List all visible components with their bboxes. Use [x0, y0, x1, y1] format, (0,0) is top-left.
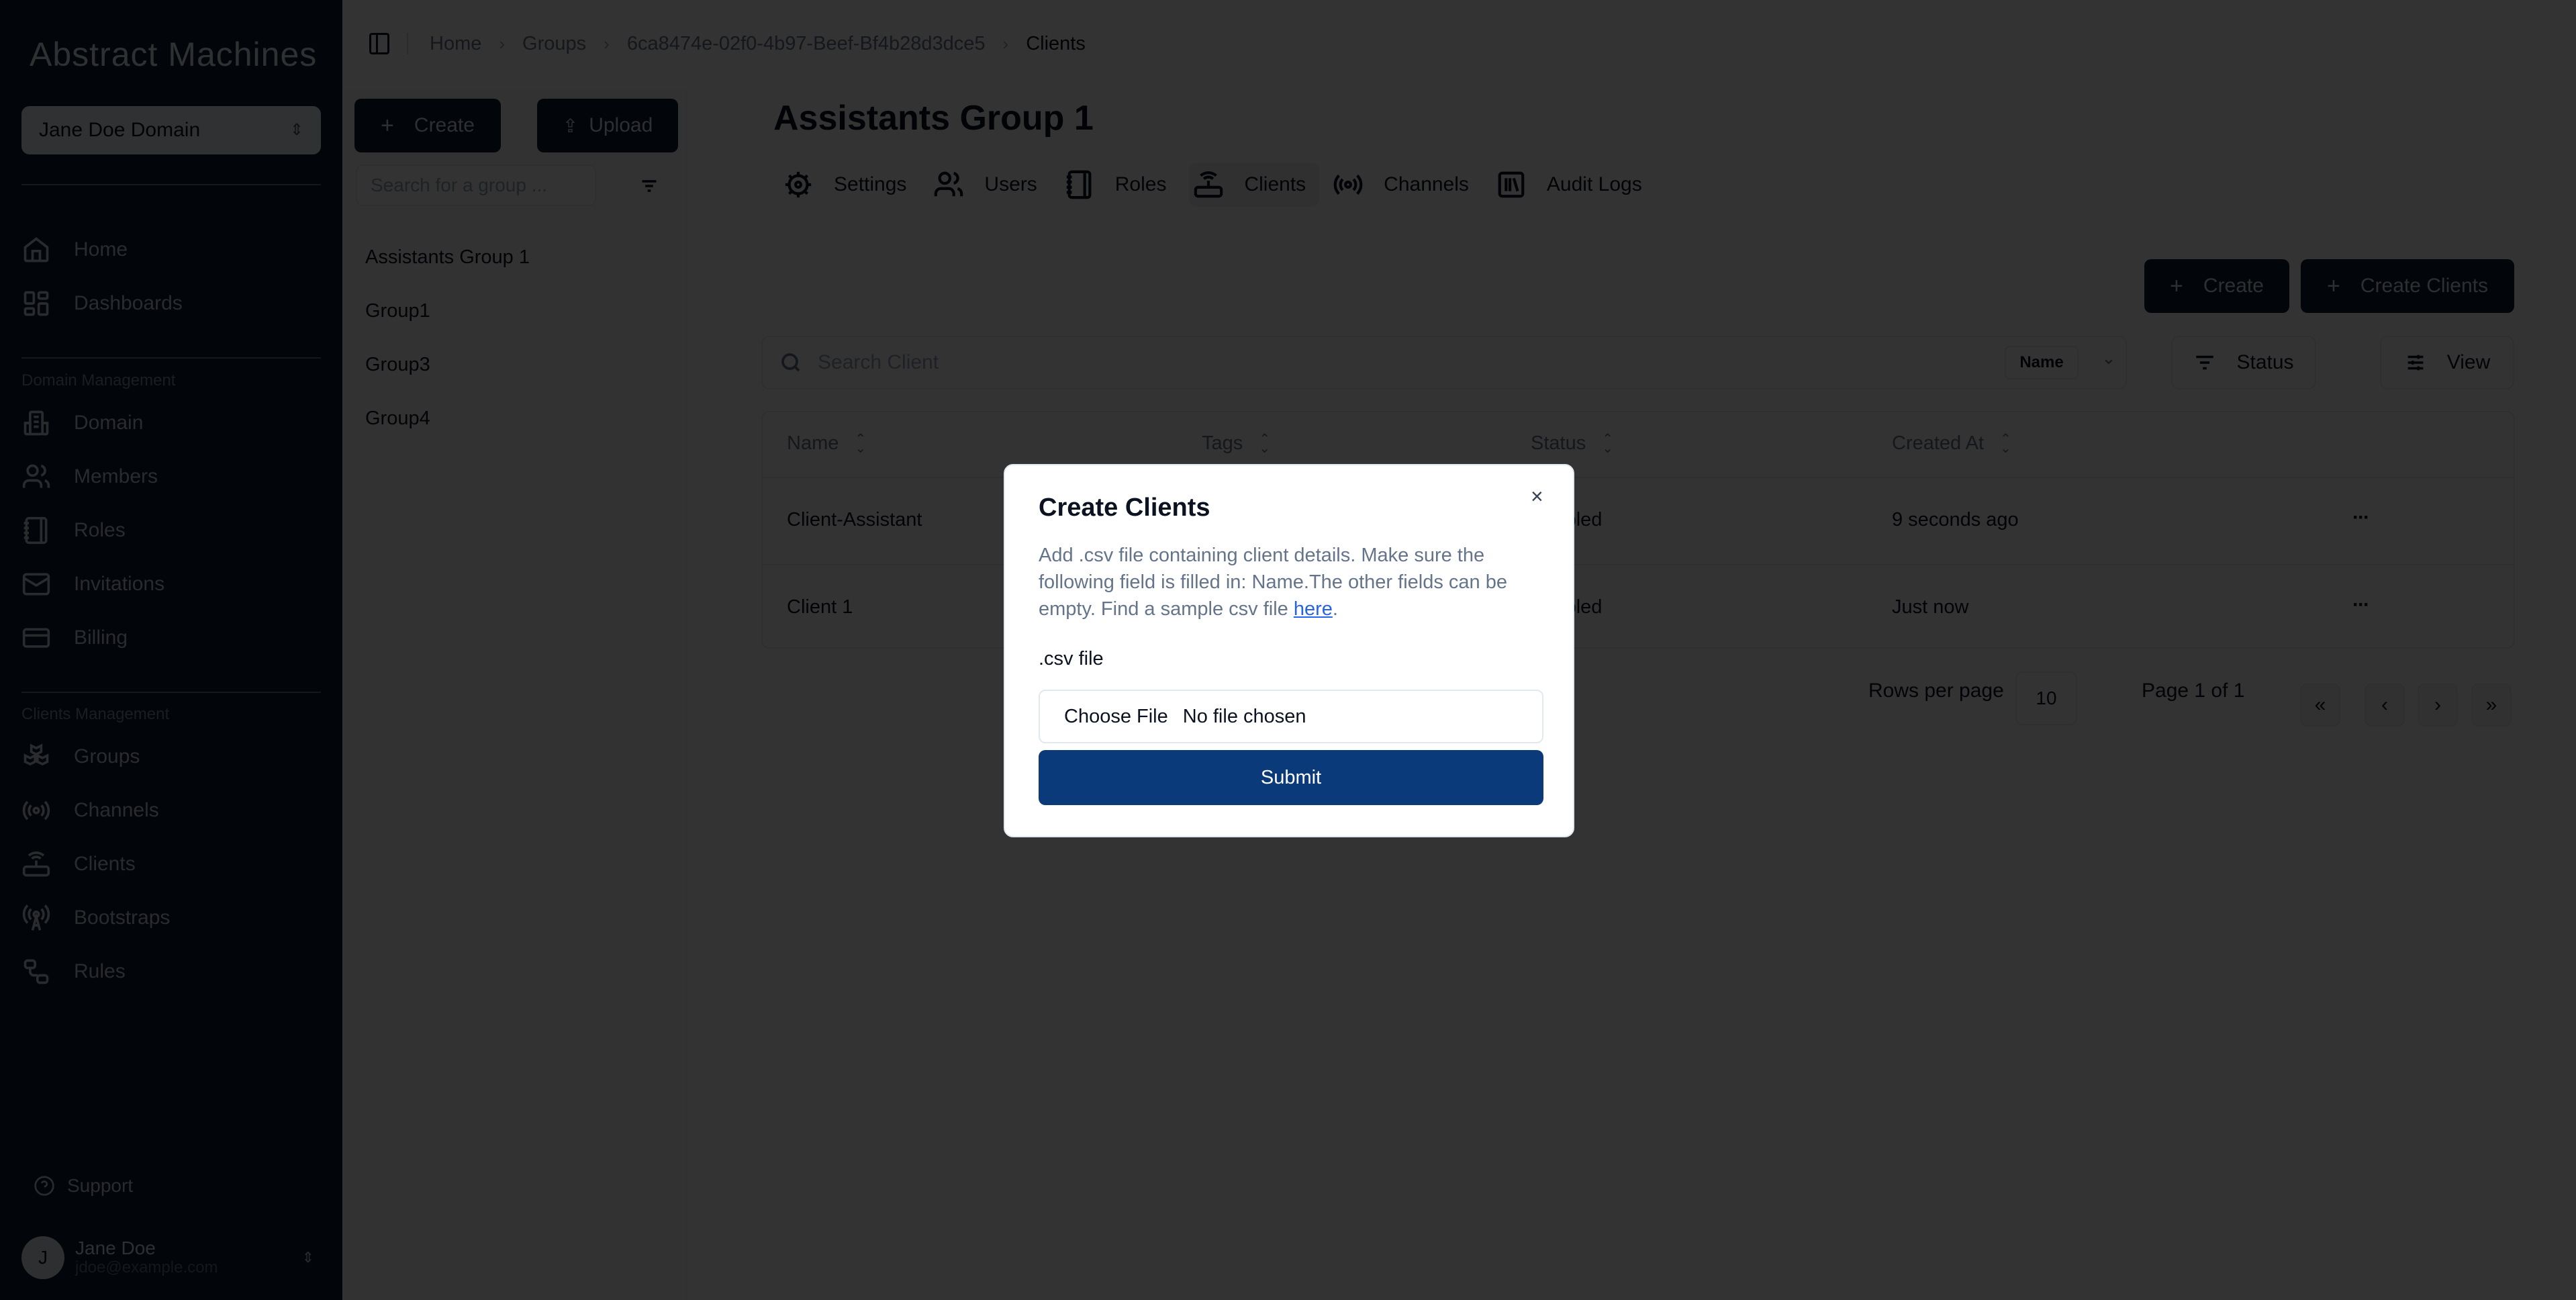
create-clients-dialog: Create Clients × Add .csv file containin… — [1004, 464, 1574, 837]
file-status: No file chosen — [1182, 705, 1306, 727]
csv-file-input[interactable]: Choose File No file chosen — [1039, 690, 1543, 743]
csv-file-label: .csv file — [1039, 648, 1104, 669]
dialog-description: Add .csv file containing client details.… — [1039, 545, 1507, 620]
sample-csv-link[interactable]: here — [1294, 598, 1333, 620]
choose-file-button[interactable]: Choose File — [1064, 706, 1168, 728]
close-icon[interactable]: × — [1531, 485, 1543, 507]
dialog-title: Create Clients — [1039, 494, 1210, 522]
submit-button[interactable]: Submit — [1039, 750, 1543, 805]
